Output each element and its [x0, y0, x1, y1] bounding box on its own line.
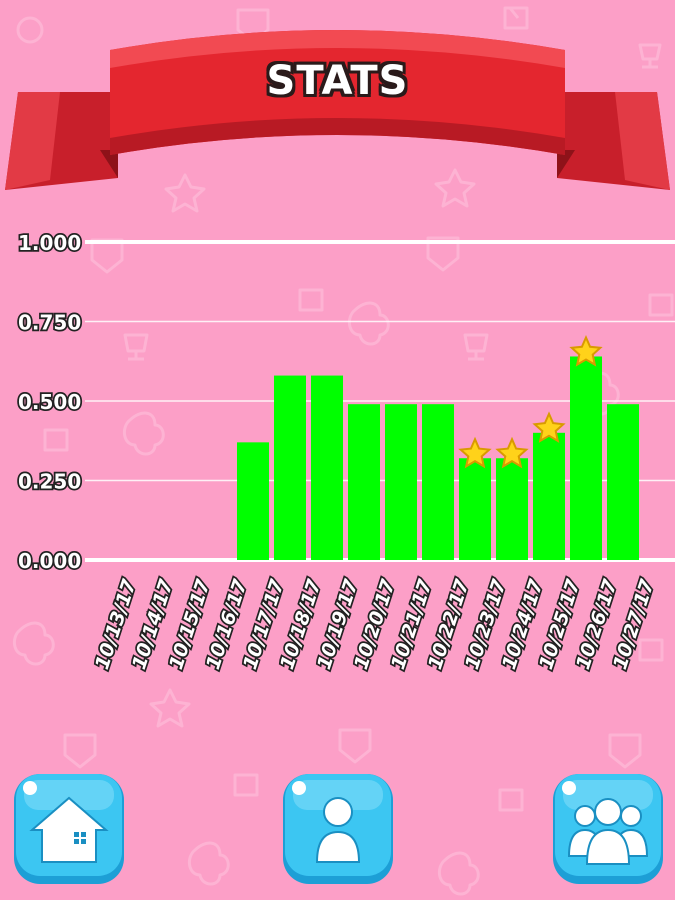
bar-10-23-17: [496, 458, 528, 560]
stats-bar-chart: 1.0000.7500.5000.2500.000 10/13/1710/14/…: [16, 229, 675, 674]
y-tick-label: 0.000: [18, 549, 81, 573]
home-button[interactable]: [10, 770, 128, 888]
group-icon: [553, 774, 663, 884]
bar-10-26-17: [607, 404, 639, 560]
bar-10-19-17: [348, 404, 380, 560]
bar-10-22-17: [459, 458, 491, 560]
bar-10-18-17: [311, 375, 343, 560]
y-tick-label: 0.750: [18, 311, 81, 335]
title-ribbon: [5, 30, 670, 190]
profile-button[interactable]: [279, 770, 397, 888]
bar-10-17-17: [274, 375, 306, 560]
y-tick-label: 1.000: [18, 231, 81, 255]
page-title: STATS: [266, 58, 409, 104]
bar-10-25-17: [570, 356, 602, 560]
friends-button[interactable]: [549, 770, 667, 888]
y-tick-label: 0.500: [18, 390, 81, 414]
bar-10-24-17: [533, 432, 565, 560]
person-icon: [283, 774, 393, 884]
bar-10-20-17: [385, 404, 417, 560]
house-icon: [14, 774, 124, 884]
bar-10-21-17: [422, 404, 454, 560]
bar-10-16-17: [237, 442, 269, 560]
y-tick-label: 0.250: [18, 470, 81, 494]
